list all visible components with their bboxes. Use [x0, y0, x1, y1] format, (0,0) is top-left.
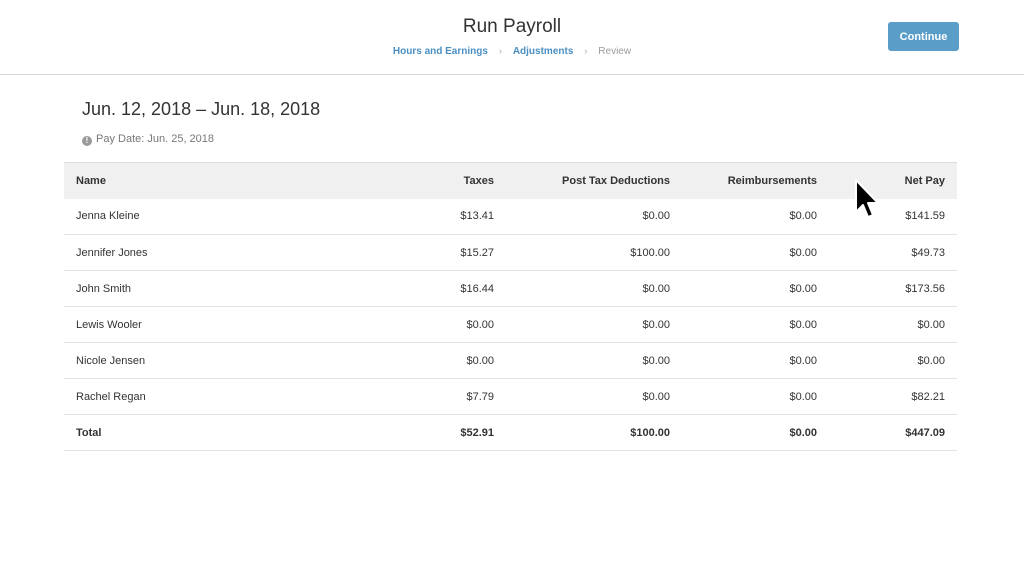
total-net-pay: $447.09 — [829, 414, 957, 451]
net-pay-cell: $173.56 — [829, 270, 957, 307]
post-tax-deductions-cell: $0.00 — [506, 270, 682, 307]
reimbursements-link[interactable]: $0.00 — [682, 270, 829, 307]
post-tax-deductions-cell: $0.00 — [506, 342, 682, 379]
post-tax-deductions-cell: $0.00 — [506, 378, 682, 415]
taxes-cell: $0.00 — [364, 342, 506, 379]
table-row: John Smith $16.44 $0.00 $0.00 $173.56 — [64, 270, 957, 307]
pay-date: ! Pay Date: Jun. 25, 2018 — [82, 133, 214, 146]
reimbursements-link[interactable]: $0.00 — [682, 234, 829, 271]
page-title: Run Payroll — [462, 16, 562, 37]
table-row: Lewis Wooler $0.00 $0.00 $0.00 $0.00 — [64, 306, 957, 343]
reimbursements-link[interactable]: $0.00 — [682, 342, 829, 379]
reimbursements-link[interactable]: $0.00 — [682, 198, 829, 235]
net-pay-cell: $49.73 — [829, 234, 957, 271]
total-label: Total — [64, 414, 364, 451]
table-row: Rachel Regan $7.79 $0.00 $0.00 $82.21 — [64, 378, 957, 415]
step-hours-and-earnings[interactable]: Hours and Earnings — [393, 46, 488, 57]
header: Run Payroll Hours and Earnings › Adjustm… — [0, 0, 1024, 75]
continue-button[interactable]: Continue — [888, 22, 959, 51]
post-tax-deductions-cell: $0.00 — [506, 198, 682, 235]
net-pay-cell: $0.00 — [829, 306, 957, 343]
chevron-right-icon: › — [498, 46, 503, 57]
taxes-cell: $7.79 — [364, 378, 506, 415]
net-pay-cell: $0.00 — [829, 342, 957, 379]
mouse-pointer-icon — [855, 179, 879, 218]
post-tax-deductions-link[interactable]: $100.00 — [506, 234, 682, 271]
total-row: Total $52.91 $100.00 $0.00 $447.09 — [64, 414, 957, 451]
total-taxes: $52.91 — [364, 414, 506, 451]
column-header-name: Name — [64, 162, 364, 199]
column-header-taxes: Taxes — [364, 162, 506, 199]
total-reimbursements: $0.00 — [682, 414, 829, 451]
info-icon: ! — [82, 136, 92, 146]
employee-name-link[interactable]: Lewis Wooler — [64, 306, 364, 343]
reimbursements-link[interactable]: $0.00 — [682, 306, 829, 343]
employee-name-link[interactable]: Rachel Regan — [64, 378, 364, 415]
employee-name-link[interactable]: Jenna Kleine — [64, 198, 364, 235]
column-header-net-pay: Net Pay — [829, 162, 957, 199]
employee-name-link[interactable]: John Smith — [64, 270, 364, 307]
total-post-tax-deductions: $100.00 — [506, 414, 682, 451]
taxes-cell: $0.00 — [364, 306, 506, 343]
post-tax-deductions-cell: $0.00 — [506, 306, 682, 343]
payroll-table: Name Taxes Post Tax Deductions Reimburse… — [64, 162, 957, 451]
step-adjustments[interactable]: Adjustments — [513, 46, 574, 57]
reimbursements-link[interactable]: $0.00 — [682, 378, 829, 415]
step-breadcrumb: Hours and Earnings › Adjustments › Revie… — [0, 46, 1024, 57]
step-review: Review — [598, 46, 632, 57]
pay-date-text: Pay Date: Jun. 25, 2018 — [96, 133, 215, 145]
column-header-reimbursements: Reimbursements — [682, 162, 829, 199]
table-row: Jenna Kleine $13.41 $0.00 $0.00 $141.59 — [64, 198, 957, 235]
taxes-cell: $15.27 — [364, 234, 506, 271]
column-header-post-tax-deductions: Post Tax Deductions — [506, 162, 682, 199]
employee-name-link[interactable]: Jennifer Jones — [64, 234, 364, 271]
net-pay-cell: $82.21 — [829, 378, 957, 415]
employee-name-link[interactable]: Nicole Jensen — [64, 342, 364, 379]
table-row: Nicole Jensen $0.00 $0.00 $0.00 $0.00 — [64, 342, 957, 379]
table-row: Jennifer Jones $15.27 $100.00 $0.00 $49.… — [64, 234, 957, 271]
pay-period-title: Jun. 12, 2018 – Jun. 18, 2018 — [82, 99, 321, 119]
chevron-right-icon: › — [584, 46, 588, 57]
taxes-cell: $13.41 — [364, 198, 506, 235]
net-pay-cell: $141.59 — [829, 198, 957, 235]
table-header-row: Name Taxes Post Tax Deductions Reimburse… — [64, 162, 957, 199]
taxes-cell: $16.44 — [364, 270, 506, 307]
